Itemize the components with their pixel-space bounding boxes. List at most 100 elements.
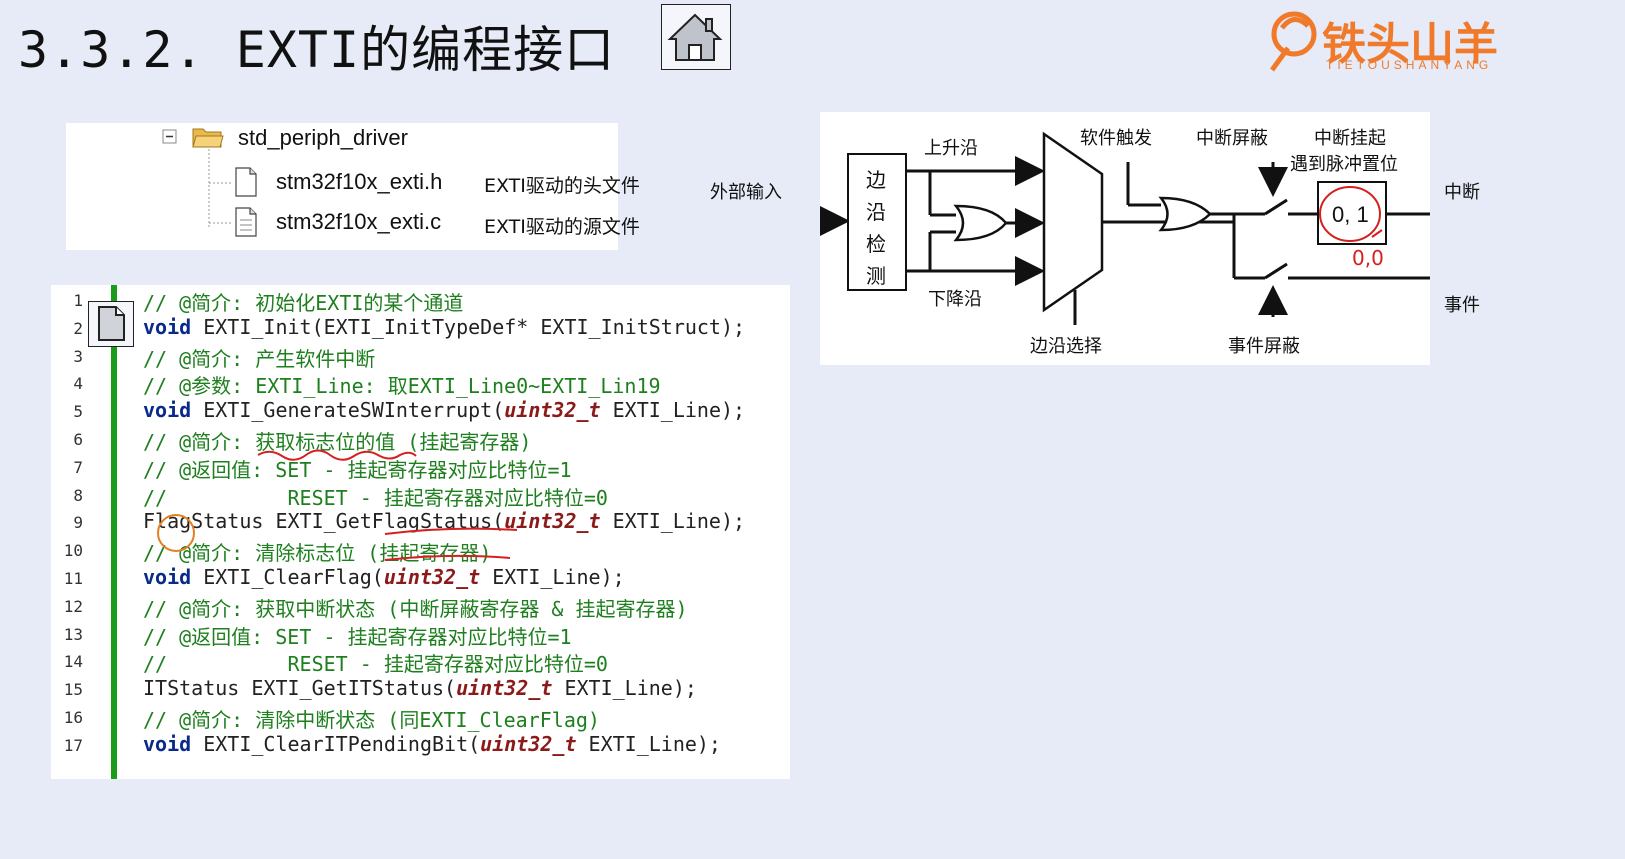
code-token: // @简介: 产生软件中断 [143, 346, 376, 371]
code-token: // @简介: 清除标志位 (挂起寄存器) [143, 541, 492, 566]
code-token: // RESET - 挂起寄存器对应比特位=0 [143, 652, 608, 677]
line-number: 15 [63, 680, 83, 700]
code-token: // @简介: 清除中断状态 (同EXTI_ClearFlag) [143, 708, 600, 732]
interrupt-mask-label: 中断屏蔽 [1196, 128, 1268, 149]
code-line[interactable]: // RESET - 挂起寄存器对应比特位=0 [143, 648, 608, 677]
line-number: 7 [73, 457, 83, 477]
code-line[interactable]: // @返回值: SET - 挂起寄存器对应比特位=1 [143, 621, 572, 650]
line-number: 6 [73, 430, 83, 449]
code-token: EXTI_Line); [576, 731, 721, 756]
code-editor: 1 2 3 4 5 6 7 8 9 10 11 12 13 14 15 16 17// @简介: 初始化EXTI… [51, 285, 790, 779]
code-line[interactable]: void EXTI_Init(EXTI_InitTypeDef* EXTI_In… [143, 315, 745, 339]
line-number: 16 [63, 708, 83, 727]
software-trigger-label: 软件触发 [1080, 128, 1152, 149]
code-token: FlagStatus EXTI_GetFlagStatus( [143, 509, 505, 534]
tree-folder-label[interactable]: std_periph_driver [238, 125, 408, 151]
code-token: EXTI_Line); [600, 398, 746, 423]
logo-subtitle: TIETOUSHANYANG [1326, 58, 1493, 72]
file-icon [235, 207, 257, 237]
line-number: 12 [63, 596, 83, 616]
edge-select-label: 边沿选择 [1030, 336, 1102, 357]
line-number: 5 [73, 402, 83, 422]
code-token: uint32_t [504, 398, 601, 423]
event-output-label: 事件 [1444, 295, 1480, 316]
code-token: EXTI_ClearITPendingBit( [191, 731, 481, 756]
line-number: 13 [63, 624, 83, 644]
code-token: ITStatus EXTI_GetITStatus( [143, 676, 457, 701]
code-token: EXTI_Line); [552, 676, 697, 701]
code-token: EXTI_Init(EXTI_InitTypeDef* EXTI_InitStr… [191, 314, 746, 339]
line-number: 4 [73, 374, 83, 394]
code-token: void [143, 731, 192, 756]
edge-detect-char: 检 [866, 232, 886, 256]
line-number: 3 [73, 346, 83, 366]
external-input-label: 外部输入 [710, 182, 782, 203]
pending-note: 遇到脉冲置位 [1290, 154, 1398, 175]
line-number: 17 [63, 735, 83, 755]
code-line[interactable]: // @简介: 获取中断状态 (中断屏蔽寄存器 & 挂起寄存器) [143, 593, 688, 622]
code-token: uint32_t [504, 509, 601, 534]
file-name-h[interactable]: stm32f10x_exti.h [276, 169, 442, 195]
edge-detect-char: 边 [866, 168, 886, 192]
line-number: 9 [73, 513, 83, 533]
home-icon [667, 13, 723, 61]
code-token: // @简介: 初始化EXTI的某个通道 [143, 291, 464, 315]
document-icon [98, 306, 125, 341]
line-number: 1 [73, 291, 83, 310]
code-token: void [143, 398, 192, 423]
code-line[interactable]: void EXTI_ClearFlag(uint32_t EXTI_Line); [143, 565, 625, 589]
code-line[interactable]: FlagStatus EXTI_GetFlagStatus(uint32_t E… [143, 509, 745, 533]
line-number: 10 [63, 541, 83, 561]
line-number: 14 [63, 652, 83, 672]
line-number: 2 [73, 318, 83, 338]
home-button[interactable] [661, 4, 731, 70]
code-line[interactable]: // @参数: EXTI_Line: 取EXTI_Line0~EXTI_Lin1… [143, 370, 661, 399]
code-token: EXTI_GenerateSWInterrupt( [191, 398, 505, 423]
interrupt-output-label: 中断 [1444, 182, 1480, 203]
folder-open-icon [192, 128, 224, 148]
code-token: EXTI_ClearFlag( [191, 565, 384, 589]
file-tree: std_periph_driver stm32f10x_exti.h EXTI驱… [66, 123, 640, 250]
code-line[interactable]: // RESET - 挂起寄存器对应比特位=0 [143, 482, 608, 511]
code-token: // @简介: 获取标志位的值 (挂起寄存器) [143, 430, 532, 454]
code-token: uint32_t [383, 565, 481, 589]
file-name-c[interactable]: stm32f10x_exti.c [276, 209, 441, 235]
line-number: 11 [63, 569, 83, 588]
file-desc-c: EXTI驱动的源文件 [484, 216, 640, 238]
event-mask-label: 事件屏蔽 [1228, 336, 1300, 357]
code-line[interactable]: // @返回值: SET - 挂起寄存器对应比特位=1 [143, 454, 572, 483]
handwritten-note: 0,0 [1352, 246, 1384, 270]
code-line[interactable]: void EXTI_ClearITPendingBit(uint32_t EXT… [143, 732, 721, 756]
code-token: void [143, 314, 192, 339]
edge-detect-char: 测 [866, 264, 886, 288]
goat-logo-icon [1269, 11, 1317, 72]
change-bar [111, 285, 117, 779]
code-token: // RESET - 挂起寄存器对应比特位=0 [143, 485, 608, 510]
code-line[interactable]: void EXTI_GenerateSWInterrupt(uint32_t E… [143, 398, 745, 422]
code-token: // @参数: EXTI_Line: 取EXTI_Line0~EXTI_Lin1… [143, 374, 661, 399]
brand-logo: 铁头山羊 TIETOUSHANYANG [1262, 8, 1562, 76]
expand-toggle[interactable] [163, 130, 176, 143]
code-line[interactable]: // @简介: 初始化EXTI的某个通道 [143, 287, 463, 316]
code-line[interactable]: // @简介: 清除标志位 (挂起寄存器) [143, 537, 491, 566]
rising-edge-label: 上升沿 [924, 138, 978, 159]
pending-label: 中断挂起 [1314, 128, 1386, 149]
falling-edge-label: 下降沿 [928, 289, 982, 310]
code-token: EXTI_Line); [480, 565, 625, 589]
code-line[interactable]: // @简介: 产生软件中断 [143, 343, 375, 372]
code-token: // @返回值: SET - 挂起寄存器对应比特位=1 [143, 457, 572, 482]
code-line[interactable]: // @简介: 获取标志位的值 (挂起寄存器) [143, 426, 531, 455]
line-number: 8 [73, 485, 83, 505]
pending-value: 0, 1 [1332, 202, 1369, 227]
page-title: 3.3.2. EXTI的编程接口 [18, 21, 616, 79]
edge-detect-char: 沿 [866, 200, 886, 224]
code-token: void [143, 565, 192, 589]
code-token: // @简介: 获取中断状态 (中断屏蔽寄存器 & 挂起寄存器) [143, 596, 688, 621]
code-line[interactable]: // @简介: 清除中断状态 (同EXTI_ClearFlag) [143, 704, 600, 733]
document-button[interactable] [88, 301, 134, 347]
code-line[interactable]: ITStatus EXTI_GetITStatus(uint32_t EXTI_… [143, 676, 697, 700]
file-desc-h: EXTI驱动的头文件 [484, 175, 640, 197]
file-icon [235, 167, 257, 197]
exti-block-diagram: 边 沿 检 测 上升沿 下降沿 软件触发 中断屏蔽 中断挂起 遇到脉冲置位 0,… [820, 112, 1430, 365]
code-token: uint32_t [456, 676, 553, 701]
